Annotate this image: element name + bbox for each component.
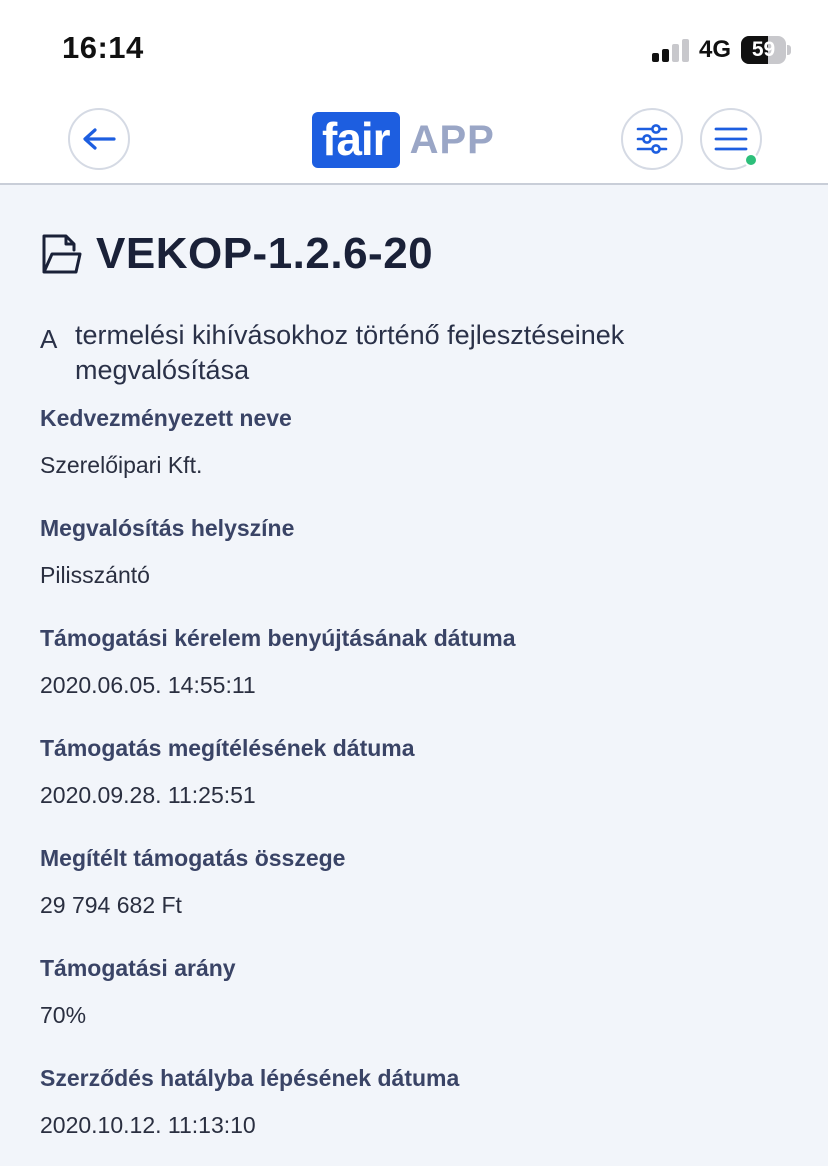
project-title-row: VEKOP-1.2.6-20 [40,229,433,279]
field-award-date: Támogatás megítélésének dátuma 2020.09.2… [40,735,800,809]
field-label: Szerződés hatályba lépésének dátuma [40,1065,460,1091]
field-value: Pilisszántó [40,562,150,588]
field-value: 29 794 682 Ft [40,892,182,918]
status-bar: 16:14 4G 59 [0,0,828,92]
field-beneficiary: Kedvezményezett neve Szerelőipari Kft. [40,405,800,479]
field-value: Szerelőipari Kft. [40,452,203,478]
battery-icon: 59 [741,36,791,64]
field-label: Támogatási arány [40,955,236,981]
field-value: 2020.10.12. 11:13:10 [40,1112,256,1138]
field-label: Megvalósítás helyszíne [40,515,295,541]
field-location: Megvalósítás helyszíne Pilisszántó [40,515,800,589]
arrow-left-icon [83,128,116,150]
field-label: Megítélt támogatás összege [40,845,346,871]
project-id: VEKOP-1.2.6-20 [96,229,434,278]
status-time: 16:14 [62,30,144,65]
battery-level: 59 [751,38,776,61]
fair-app-logo[interactable]: fair APP [312,112,495,168]
back-button[interactable] [68,108,130,170]
field-support-rate: Támogatási arány 70% [40,955,800,1029]
notification-dot [744,153,758,167]
field-award-amount: Megítélt támogatás összege 29 794 682 Ft [40,845,800,919]
hamburger-menu-icon [714,127,748,151]
field-label: Támogatás megítélésének dátuma [40,735,415,761]
filter-button[interactable] [621,108,683,170]
field-value: 2020.09.28. 11:25:51 [40,782,256,808]
field-contract-date: Szerződés hatályba lépésének dátuma 2020… [40,1065,800,1139]
signal-strength-icon [652,38,692,62]
description-text: termelési kihívásokhoz történő fejleszté… [75,320,625,385]
field-value: 70% [40,1002,87,1028]
field-label: Támogatási kérelem benyújtásának dátuma [40,625,516,651]
document-icon [42,234,82,274]
network-type: 4G [699,36,732,63]
field-value: 2020.06.05. 14:55:11 [40,672,256,698]
logo-app-text: APP [409,117,495,162]
sliders-icon [636,124,668,154]
description-prefix: A [40,324,58,354]
field-label: Kedvezményezett neve [40,405,292,431]
logo-fair: fair [312,112,400,168]
app-header: fair APP [0,92,828,185]
field-application-date: Támogatási kérelem benyújtásának dátuma … [40,625,800,699]
